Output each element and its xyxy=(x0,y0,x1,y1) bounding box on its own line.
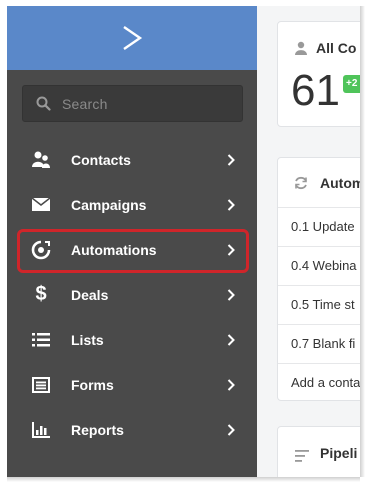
sidebar-item-label: Campaigns xyxy=(71,196,147,213)
pipeline-icon xyxy=(295,449,309,467)
card-title: All Co xyxy=(316,40,357,56)
sidebar-item-forms[interactable]: Forms xyxy=(7,362,257,407)
sidebar-item-label: Automations xyxy=(71,241,157,258)
app-window: Search Contacts Campaigns Automations $ … xyxy=(7,6,360,477)
automations-card: Autom 0.1 Update 0.4 Webina 0.5 Time st … xyxy=(277,157,360,401)
logo-bar[interactable] xyxy=(7,6,257,70)
sidebar-item-lists[interactable]: Lists xyxy=(7,317,257,362)
list-item[interactable]: 0.1 Update xyxy=(278,208,360,247)
window-shadow xyxy=(7,477,360,482)
sidebar-item-deals[interactable]: $ Deals xyxy=(7,272,257,317)
growth-badge: +2 xyxy=(343,75,360,93)
add-contact-link[interactable]: Add a conta xyxy=(278,364,360,403)
chevron-right-icon xyxy=(226,333,236,346)
sidebar-item-contacts[interactable]: Contacts xyxy=(7,137,257,182)
search-placeholder: Search xyxy=(62,95,108,112)
search-input[interactable]: Search xyxy=(22,85,243,122)
refresh-icon xyxy=(294,176,308,195)
sidebar-item-reports[interactable]: Reports xyxy=(7,407,257,452)
envelope-icon xyxy=(31,195,51,215)
chevron-right-icon xyxy=(226,198,236,211)
user-icon xyxy=(294,41,308,60)
automations-icon xyxy=(31,240,51,260)
window-shadow xyxy=(360,6,365,477)
logo-chevron-icon xyxy=(123,26,143,50)
chevron-right-icon xyxy=(226,378,236,391)
form-icon xyxy=(31,375,51,395)
sidebar-item-label: Forms xyxy=(71,376,114,393)
list-item[interactable]: 0.7 Blank fi xyxy=(278,325,360,364)
list-icon xyxy=(31,330,51,350)
contacts-summary-card[interactable]: All Co 61 +2 xyxy=(277,21,360,127)
card-header: Autom xyxy=(278,158,360,208)
list-item[interactable]: 0.5 Time st xyxy=(278,286,360,325)
contacts-icon xyxy=(31,150,51,170)
sidebar-item-label: Reports xyxy=(71,421,124,438)
search-icon xyxy=(35,96,51,112)
pipelines-card: Pipeli xyxy=(277,426,360,477)
contacts-count: 61 xyxy=(291,66,340,115)
chevron-right-icon xyxy=(226,243,236,256)
main-content: All Co 61 +2 Autom 0.1 Update 0.4 Webina… xyxy=(257,6,360,477)
card-title: Pipeli xyxy=(320,445,358,461)
sidebar-item-label: Deals xyxy=(71,286,109,303)
list-item[interactable]: 0.4 Webina xyxy=(278,247,360,286)
chevron-right-icon xyxy=(226,153,236,166)
chevron-right-icon xyxy=(226,423,236,436)
sidebar-item-label: Lists xyxy=(71,331,104,348)
bar-chart-icon xyxy=(31,420,51,440)
sidebar-item-label: Contacts xyxy=(71,151,131,168)
chevron-right-icon xyxy=(226,288,236,301)
sidebar-item-automations[interactable]: Automations xyxy=(7,227,257,272)
sidebar-item-campaigns[interactable]: Campaigns xyxy=(7,182,257,227)
card-title: Autom xyxy=(320,175,360,191)
dollar-icon: $ xyxy=(35,283,47,305)
sidebar: Search Contacts Campaigns Automations $ … xyxy=(7,6,257,477)
